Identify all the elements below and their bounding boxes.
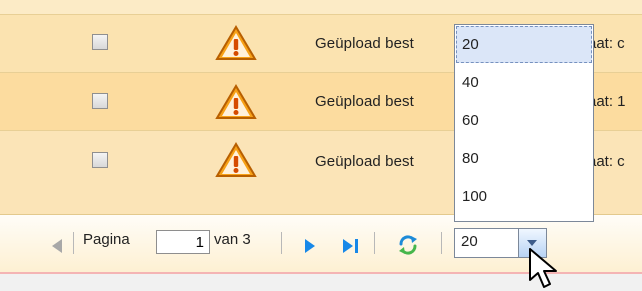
page-size-option-40[interactable]: 40 xyxy=(456,64,592,101)
page-label: Pagina xyxy=(83,231,130,248)
row-description: Geüpload best xyxy=(315,35,414,52)
row-checkbox[interactable] xyxy=(92,34,108,50)
grid-with-pagination: Geüpload best aat: c Geüpload best aat: … xyxy=(0,0,642,291)
page-size-value: 20 xyxy=(461,233,478,250)
chevron-down-icon xyxy=(527,240,537,246)
page-size-option-20[interactable]: 20 xyxy=(456,26,592,63)
refresh-icon[interactable] xyxy=(396,233,420,257)
next-icon[interactable] xyxy=(305,239,315,253)
row-description-tail: aat: c xyxy=(588,35,625,52)
row-description: Geüpload best xyxy=(315,153,414,170)
warning-icon xyxy=(215,142,257,177)
page-size-option-100[interactable]: 100 xyxy=(456,178,592,215)
mouse-cursor-icon xyxy=(529,248,557,288)
page-size-option-80[interactable]: 80 xyxy=(456,140,592,177)
row-description-tail: aat: c xyxy=(588,153,625,170)
pager-separator xyxy=(441,232,442,254)
pager-separator xyxy=(281,232,282,254)
warning-icon xyxy=(215,25,257,60)
warning-icon xyxy=(215,84,257,119)
grid-top-strip xyxy=(0,0,642,14)
pager-separator xyxy=(374,232,375,254)
last-page-icon[interactable] xyxy=(342,239,360,253)
page-size-dropdown: 20 40 60 80 100 xyxy=(454,24,594,222)
previous-icon[interactable] xyxy=(52,239,62,253)
row-checkbox[interactable] xyxy=(92,93,108,109)
row-checkbox[interactable] xyxy=(92,152,108,168)
row-description: Geüpload best xyxy=(315,93,414,110)
page-total-label: van 3 xyxy=(214,231,251,248)
page-size-option-60[interactable]: 60 xyxy=(456,102,592,139)
page-number-input[interactable] xyxy=(156,230,210,254)
pager-separator xyxy=(73,232,74,254)
row-description-tail: aat: 1 xyxy=(588,93,626,110)
